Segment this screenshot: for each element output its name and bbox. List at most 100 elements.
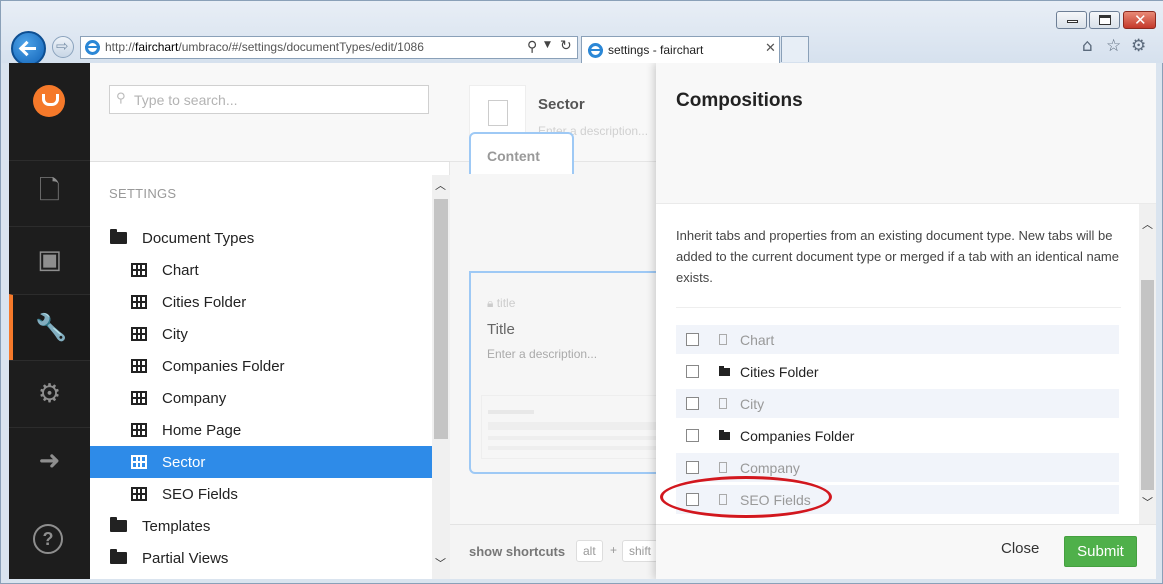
scrollbar-thumb[interactable] [1141, 280, 1154, 490]
search-field[interactable]: ⚲ [109, 85, 429, 114]
tree-item-document-types[interactable]: Document Types [90, 222, 432, 254]
tab-title: settings - fairchart [608, 43, 704, 57]
close-tab-icon[interactable]: ✕ [765, 41, 776, 56]
tree-item-label: Company [162, 389, 227, 407]
checkbox[interactable] [686, 461, 699, 474]
tree-item-city[interactable]: City [90, 318, 432, 350]
tree-item-sector[interactable]: Sector [90, 446, 432, 478]
tree-item-home-page[interactable]: Home Page [90, 414, 432, 446]
composition-label: Cities Folder [740, 363, 819, 380]
settings-tree: ⚲ SETTINGS Document Types Chart Cities F… [90, 63, 450, 579]
tree-item-label: Document Types [142, 229, 255, 247]
composition-label: Chart [740, 331, 775, 348]
dialog-footer: Close Submit [656, 524, 1156, 579]
back-button[interactable] [11, 31, 46, 66]
minimize-button[interactable] [1056, 11, 1087, 29]
ie-icon [85, 40, 100, 55]
new-tab-button[interactable] [781, 36, 809, 62]
tree-item-seo-fields[interactable]: SEO Fields [90, 478, 432, 510]
umbraco-logo[interactable] [33, 85, 65, 117]
tab-label: Content [487, 148, 540, 164]
doctype-grid-icon [131, 327, 147, 341]
document-icon [719, 334, 727, 345]
chevron-down-icon[interactable]: ﹀ [435, 555, 446, 571]
tree-item-label: Templates [142, 517, 211, 535]
tree-item-chart[interactable]: Chart [90, 254, 432, 286]
chevron-down-icon[interactable]: ﹀ [1142, 494, 1153, 510]
close-window-button[interactable]: ✕ [1123, 11, 1156, 29]
gear-icon[interactable]: ⚙ [1131, 36, 1146, 56]
annotation-ellipse [660, 476, 832, 518]
tree-item-label: Home Page [162, 421, 242, 439]
search-icon[interactable]: ⚲ [527, 39, 537, 55]
wrench-icon: 🔧 [35, 312, 68, 343]
composition-label: Company [740, 459, 800, 476]
folder-icon [110, 229, 127, 244]
tree-header: ⚲ [90, 63, 450, 162]
search-input[interactable] [134, 89, 424, 110]
folder-icon [110, 517, 127, 532]
maximize-button[interactable] [1089, 11, 1120, 29]
address-url[interactable]: http://fairchart/umbraco/#/settings/docu… [105, 40, 424, 54]
scrollbar-thumb[interactable] [434, 199, 448, 439]
folder-icon [110, 549, 127, 564]
nav-media[interactable]: ▣ [9, 226, 90, 292]
tree-item-label: Chart [162, 261, 199, 279]
nav-developer[interactable]: ⚙ [9, 360, 90, 426]
tree-item-label: SEO Fields [162, 485, 238, 503]
kbd-alt: alt [576, 540, 603, 562]
tree-item-companies-folder[interactable]: Companies Folder [90, 350, 432, 382]
tree-item-templates[interactable]: Templates [90, 510, 432, 542]
address-bar[interactable]: http://fairchart/umbraco/#/settings/docu… [80, 36, 578, 59]
tree-item-company[interactable]: Company [90, 382, 432, 414]
refresh-icon[interactable]: ↻ [560, 38, 572, 54]
doctype-grid-icon [131, 455, 147, 469]
compositions-dialog: Compositions Inherit tabs and properties… [656, 63, 1156, 579]
kbd-plus: + [610, 543, 618, 557]
nav-content[interactable]: 🗋 [9, 160, 90, 226]
property-name[interactable]: Title [487, 321, 515, 338]
tab-content[interactable]: Content [469, 132, 574, 174]
help-icon[interactable]: ? [33, 524, 63, 554]
nav-members[interactable]: ➜ [9, 427, 90, 493]
doctype-grid-icon [131, 391, 147, 405]
checkbox[interactable] [686, 333, 699, 346]
chevron-up-icon[interactable]: ︿ [1142, 216, 1153, 232]
ie-icon [588, 43, 603, 58]
forward-button[interactable] [52, 36, 74, 58]
composition-item-chart[interactable]: Chart [676, 325, 1119, 354]
document-icon: 🗋 [39, 175, 60, 206]
folder-icon [719, 365, 730, 376]
property-description[interactable]: Enter a description... [487, 347, 597, 361]
dialog-scrollbar[interactable]: ︿ ﹀ [1139, 204, 1156, 524]
document-icon [719, 398, 727, 409]
browser-window: ✕ http://fairchart/umbraco/#/settings/do… [0, 0, 1163, 584]
tree-item-label: Companies Folder [162, 357, 285, 375]
close-button[interactable]: Close [1001, 540, 1039, 557]
composition-item-city[interactable]: City [676, 389, 1119, 418]
tree-scrollbar[interactable]: ︿ ﹀ [432, 175, 450, 579]
doctype-grid-icon [131, 423, 147, 437]
chevron-up-icon[interactable]: ︿ [435, 177, 446, 193]
nav-settings[interactable]: 🔧 [9, 294, 90, 360]
browser-tab[interactable]: settings - fairchart ✕ [581, 36, 780, 63]
checkbox[interactable] [686, 397, 699, 410]
editor-footer: show shortcuts alt + shift [450, 524, 659, 579]
chevron-down-icon[interactable]: ▼ [544, 40, 551, 50]
favorites-star-icon[interactable]: ☆ [1106, 36, 1121, 56]
composition-item-cities-folder[interactable]: Cities Folder [676, 357, 1119, 386]
shortcuts-link[interactable]: show shortcuts [469, 544, 565, 559]
doctype-grid-icon [131, 359, 147, 373]
tree-item-partial-views[interactable]: Partial Views [90, 542, 432, 574]
submit-button[interactable]: Submit [1064, 536, 1137, 567]
section-title: SETTINGS [109, 186, 177, 201]
search-icon: ⚲ [116, 91, 126, 106]
checkbox[interactable] [686, 365, 699, 378]
doctype-grid-icon [131, 487, 147, 501]
home-icon[interactable]: ⌂ [1082, 36, 1093, 56]
checkbox[interactable] [686, 429, 699, 442]
composition-item-companies-folder[interactable]: Companies Folder [676, 421, 1119, 450]
tree-item-label: Sector [162, 453, 206, 471]
doctype-name[interactable]: Sector [538, 96, 585, 113]
tree-item-cities-folder[interactable]: Cities Folder [90, 286, 432, 318]
